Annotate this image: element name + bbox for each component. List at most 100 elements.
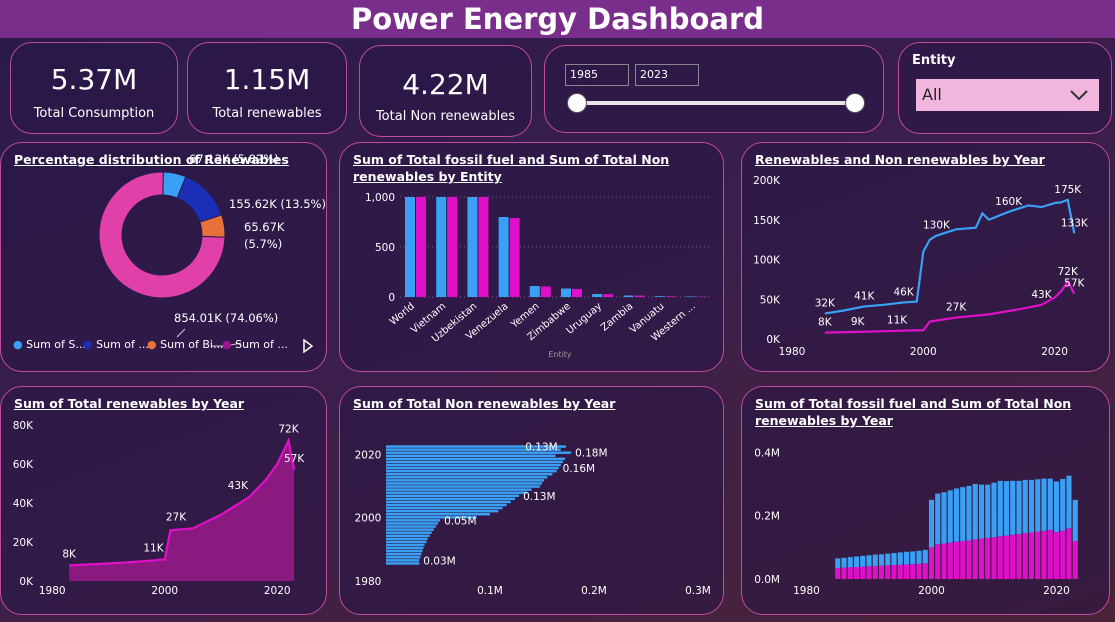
horizontal-bar-chart: 2020 2000 1980 0.1M 0.2M 0.3M 0.13M 0.18M 0.16M 0… [355,442,711,597]
legend-item[interactable]: ● Sum of S... [13,338,86,351]
stack-bar-segment [953,488,960,542]
tick-label: 0.4M [754,447,780,459]
hbar [386,559,420,562]
data-label: 11K [887,314,908,326]
stack-bar-segment [853,556,860,567]
tick-label: 1980 [39,585,66,597]
hbar [386,466,559,470]
entity-bar [665,296,676,297]
stack-bar-segment [860,566,866,579]
data-label: 27K [946,302,967,314]
hbar [386,497,515,501]
tick-label: 2000 [918,585,945,597]
data-label: 0.18M [575,448,607,460]
entity-dropdown[interactable]: All [916,79,1099,111]
data-label: 46K [893,286,914,298]
stack-bar-segment [891,565,897,579]
hbar [386,556,421,559]
donut-label: 67.13K (5.82%) [189,152,279,166]
stack-bar-segment [1053,481,1060,533]
entity-bar [447,197,458,297]
axis-title: Entity [548,350,572,359]
stack-bar-segment [1028,479,1035,533]
entity-dropdown-value: All [922,85,942,104]
stack-bar-segment [866,555,872,567]
year-slider-start-handle[interactable] [567,93,587,113]
category-label: Uruguay [565,301,605,337]
year-slider-end-handle[interactable] [845,93,865,113]
tick-label: 50K [760,294,781,306]
stack-bar-segment [1047,478,1053,530]
stack-bar-segment [960,487,966,541]
data-label: 0.05M [444,515,476,527]
legend-item[interactable]: ● Sum of ... [222,338,288,351]
tick-label: 2020 [1041,346,1068,358]
stack-bar-segment [1072,541,1078,579]
stack-bar-segment [1060,478,1066,531]
data-label: 0.13M [523,491,555,503]
data-label: 32K [815,298,836,310]
stack-bar-segment [1016,480,1022,535]
stack-bar-segment [1060,530,1066,579]
hbar [386,469,557,473]
hbar [386,562,420,565]
hbar [386,472,553,476]
stack-bar-segment [1003,481,1010,536]
stack-bar-segment [1066,475,1072,529]
entity-bar [540,286,551,297]
hbar [386,549,423,553]
hbar [386,519,441,522]
stack-bar-segment [1035,479,1041,532]
stack-bar-segment [910,551,916,565]
stack-bar-segment [1066,528,1072,579]
stack-bar-segment [835,558,841,568]
entity-slicer-card: Entity All [898,42,1112,134]
stack-bar-segment [1041,530,1047,579]
stack-bar-segment [953,541,960,579]
legend-item[interactable]: ● Sum of ... [83,338,149,351]
entity-bar [416,197,426,297]
stack-bar-segment [966,485,972,541]
stack-bar-segment [891,553,897,566]
renewables-nonrenewables-card: Renewables and Non renewables by Year 0K… [741,142,1110,372]
stack-bar-segment [985,484,991,538]
tick-label: 0.2M [754,511,780,523]
year-to-input[interactable]: 2023 [635,64,699,86]
year-slider-track[interactable] [577,101,857,105]
data-label: 0.03M [423,555,455,567]
data-label: 160K [995,196,1023,208]
stack-bar-segment [1041,478,1047,531]
hbar [386,460,563,464]
hbar [386,503,507,507]
legend-item[interactable]: ● Sum of Bi... [147,338,223,351]
legend-next-icon[interactable] [303,339,313,353]
entity-bar [561,288,571,297]
tick-label: 100K [753,255,781,267]
tick-label: 1,000 [365,192,395,204]
tick-label: 500 [375,242,395,254]
stack-bar-segment [847,567,853,579]
stack-bar-segment [847,557,853,568]
hbar [386,494,520,498]
entity-bar [529,286,540,297]
stack-bar-segment [916,550,922,564]
stack-bar-segment [966,540,972,579]
stack-bar-segment [941,543,947,579]
tick-label: 2020 [1043,585,1070,597]
stack-bar-segment [1022,479,1028,534]
stack-bar-segment [835,567,841,579]
entity-bar [592,294,603,297]
hbar [386,485,540,488]
stacked-bar-chart: 0.0M 0.2M 0.4M 1980 2000 2020 [754,447,1078,597]
stack-bar-segment [841,567,847,579]
data-label: 8K [818,317,833,329]
year-from-input[interactable]: 1985 [565,64,629,86]
data-label: 130K [923,220,951,232]
entity-bar-chart: 05001,000WorldVietnamUzbekistanVenezuela… [365,192,712,359]
data-label: 11K [143,543,164,555]
data-label: 41K [854,290,875,302]
data-label: 43K [228,480,249,492]
tick-label: 150K [753,215,781,227]
tick-label: 20K [13,537,34,549]
tick-label: 1980 [355,576,382,588]
